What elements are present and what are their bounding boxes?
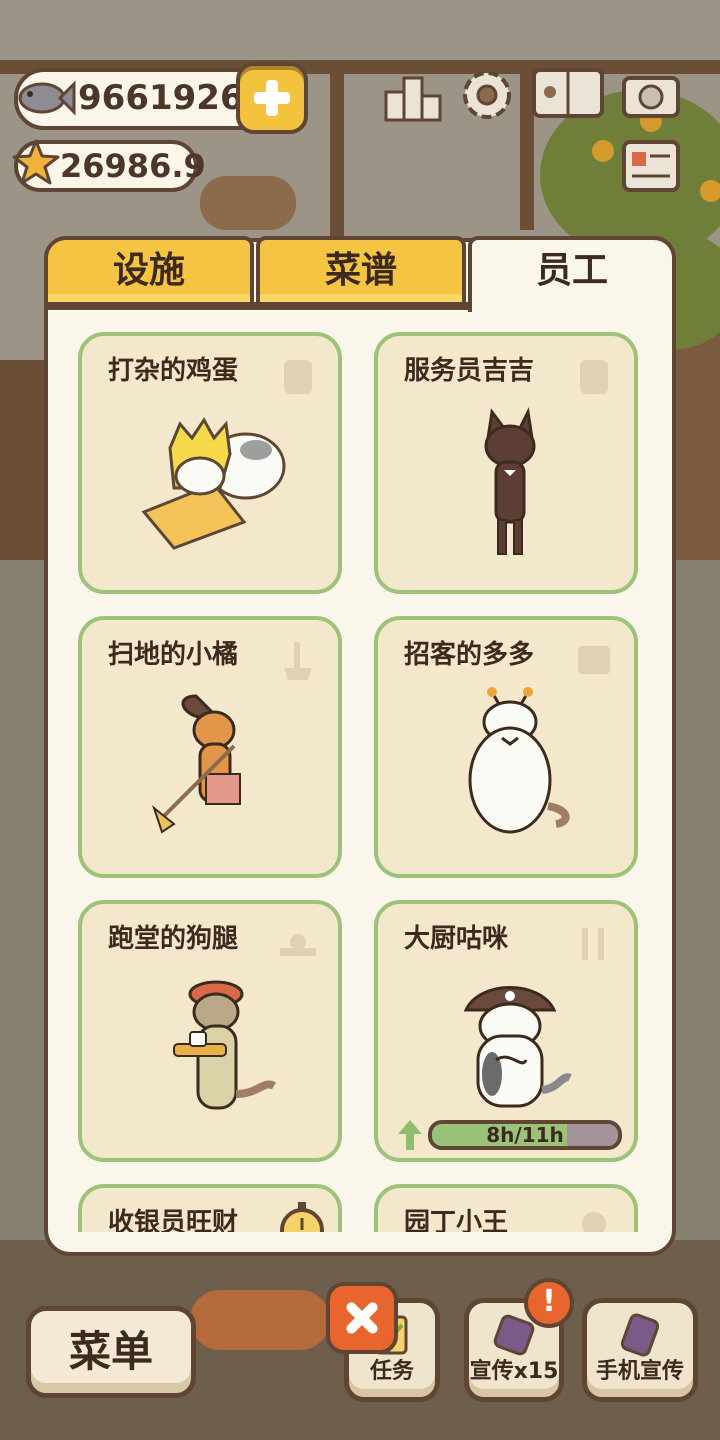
cat-book-icon[interactable]	[530, 62, 606, 124]
waiter-cat-icon	[484, 407, 536, 555]
staff-name: 园丁小王	[404, 1208, 509, 1232]
star-icon	[12, 139, 60, 185]
notification-badge: !	[524, 1278, 574, 1328]
plant-icon	[582, 1212, 606, 1232]
phone-promotion-label: 手机宣传	[595, 1359, 684, 1384]
staff-name: 服务员吉吉	[404, 356, 535, 386]
phone-icon	[620, 1313, 660, 1357]
staff-name: 大厨咕咪	[404, 924, 509, 954]
flyer-icon	[578, 646, 610, 674]
fish-currency-display: 9661926	[14, 68, 272, 130]
staff-card-duoduo[interactable]: 招客的多多	[374, 616, 638, 878]
close-panel-button[interactable]	[326, 1282, 398, 1354]
upgrade-arrow-icon[interactable]	[396, 1118, 424, 1152]
add-fish-button[interactable]	[236, 62, 308, 134]
staff-name: 收银员旺财	[108, 1208, 239, 1232]
sweeping-cat-icon	[151, 694, 241, 834]
promotion-label: 宣传x15	[469, 1359, 559, 1384]
stopwatch-icon	[280, 1202, 324, 1232]
staff-name: 跑堂的狗腿	[108, 924, 239, 954]
star-currency-display: 26986.9	[12, 139, 206, 192]
chef-cat-icon	[463, 986, 572, 1108]
staff-name: 打杂的鸡蛋	[108, 356, 239, 386]
work-progress-text: 8h/11h	[486, 1123, 564, 1147]
ranking-icon[interactable]	[382, 66, 444, 128]
fish-icon	[18, 80, 76, 116]
tasks-label: 任务	[369, 1359, 414, 1384]
cup-icon	[284, 360, 312, 394]
staff-card-xiaowang[interactable]: 园丁小王	[374, 1184, 638, 1232]
staff-card-gouti[interactable]: 跑堂的狗腿	[78, 900, 342, 1162]
panel-tabs: 设施 菜谱 员工	[44, 236, 676, 312]
staff-card-egg[interactable]: 打杂的鸡蛋	[78, 332, 342, 594]
staff-card-xiaoju[interactable]: 扫地的小橘	[78, 616, 342, 878]
runner-ferret-icon	[173, 980, 277, 1110]
menu-button[interactable]: 菜单	[26, 1306, 196, 1398]
star-count: 26986.9	[60, 147, 206, 185]
news-icon[interactable]	[620, 136, 682, 198]
greeter-cat-icon	[468, 687, 570, 834]
phone-promotion-button[interactable]: 手机宣传	[582, 1298, 698, 1402]
camera-icon[interactable]	[620, 64, 682, 126]
staff-grid: 打杂的鸡蛋 服务员吉吉 扫地的小橘 招客的多多 跑堂的狗腿 大厨咕咪 8h/11…	[48, 312, 672, 1232]
tab-recipes[interactable]: 菜谱	[256, 236, 466, 306]
tab-staff[interactable]: 员工	[468, 236, 676, 312]
cup-icon	[580, 360, 608, 394]
settings-gear-icon[interactable]	[456, 64, 518, 126]
work-progress-bar: 8h/11h	[428, 1120, 622, 1150]
staff-name: 招客的多多	[404, 640, 535, 670]
tray-icon	[280, 934, 316, 956]
utensils-icon	[582, 928, 604, 960]
cleaning-cat-icon	[141, 417, 286, 550]
staff-card-gumi[interactable]: 大厨咕咪 8h/11h	[374, 900, 638, 1162]
staff-card-jiji[interactable]: 服务员吉吉	[374, 332, 638, 594]
fish-count: 9661926	[78, 78, 244, 118]
staff-name: 扫地的小橘	[108, 640, 239, 670]
broom-icon	[284, 642, 312, 680]
staff-card-wangcai[interactable]: 收银员旺财	[78, 1184, 342, 1232]
tab-facilities[interactable]: 设施	[44, 236, 254, 306]
